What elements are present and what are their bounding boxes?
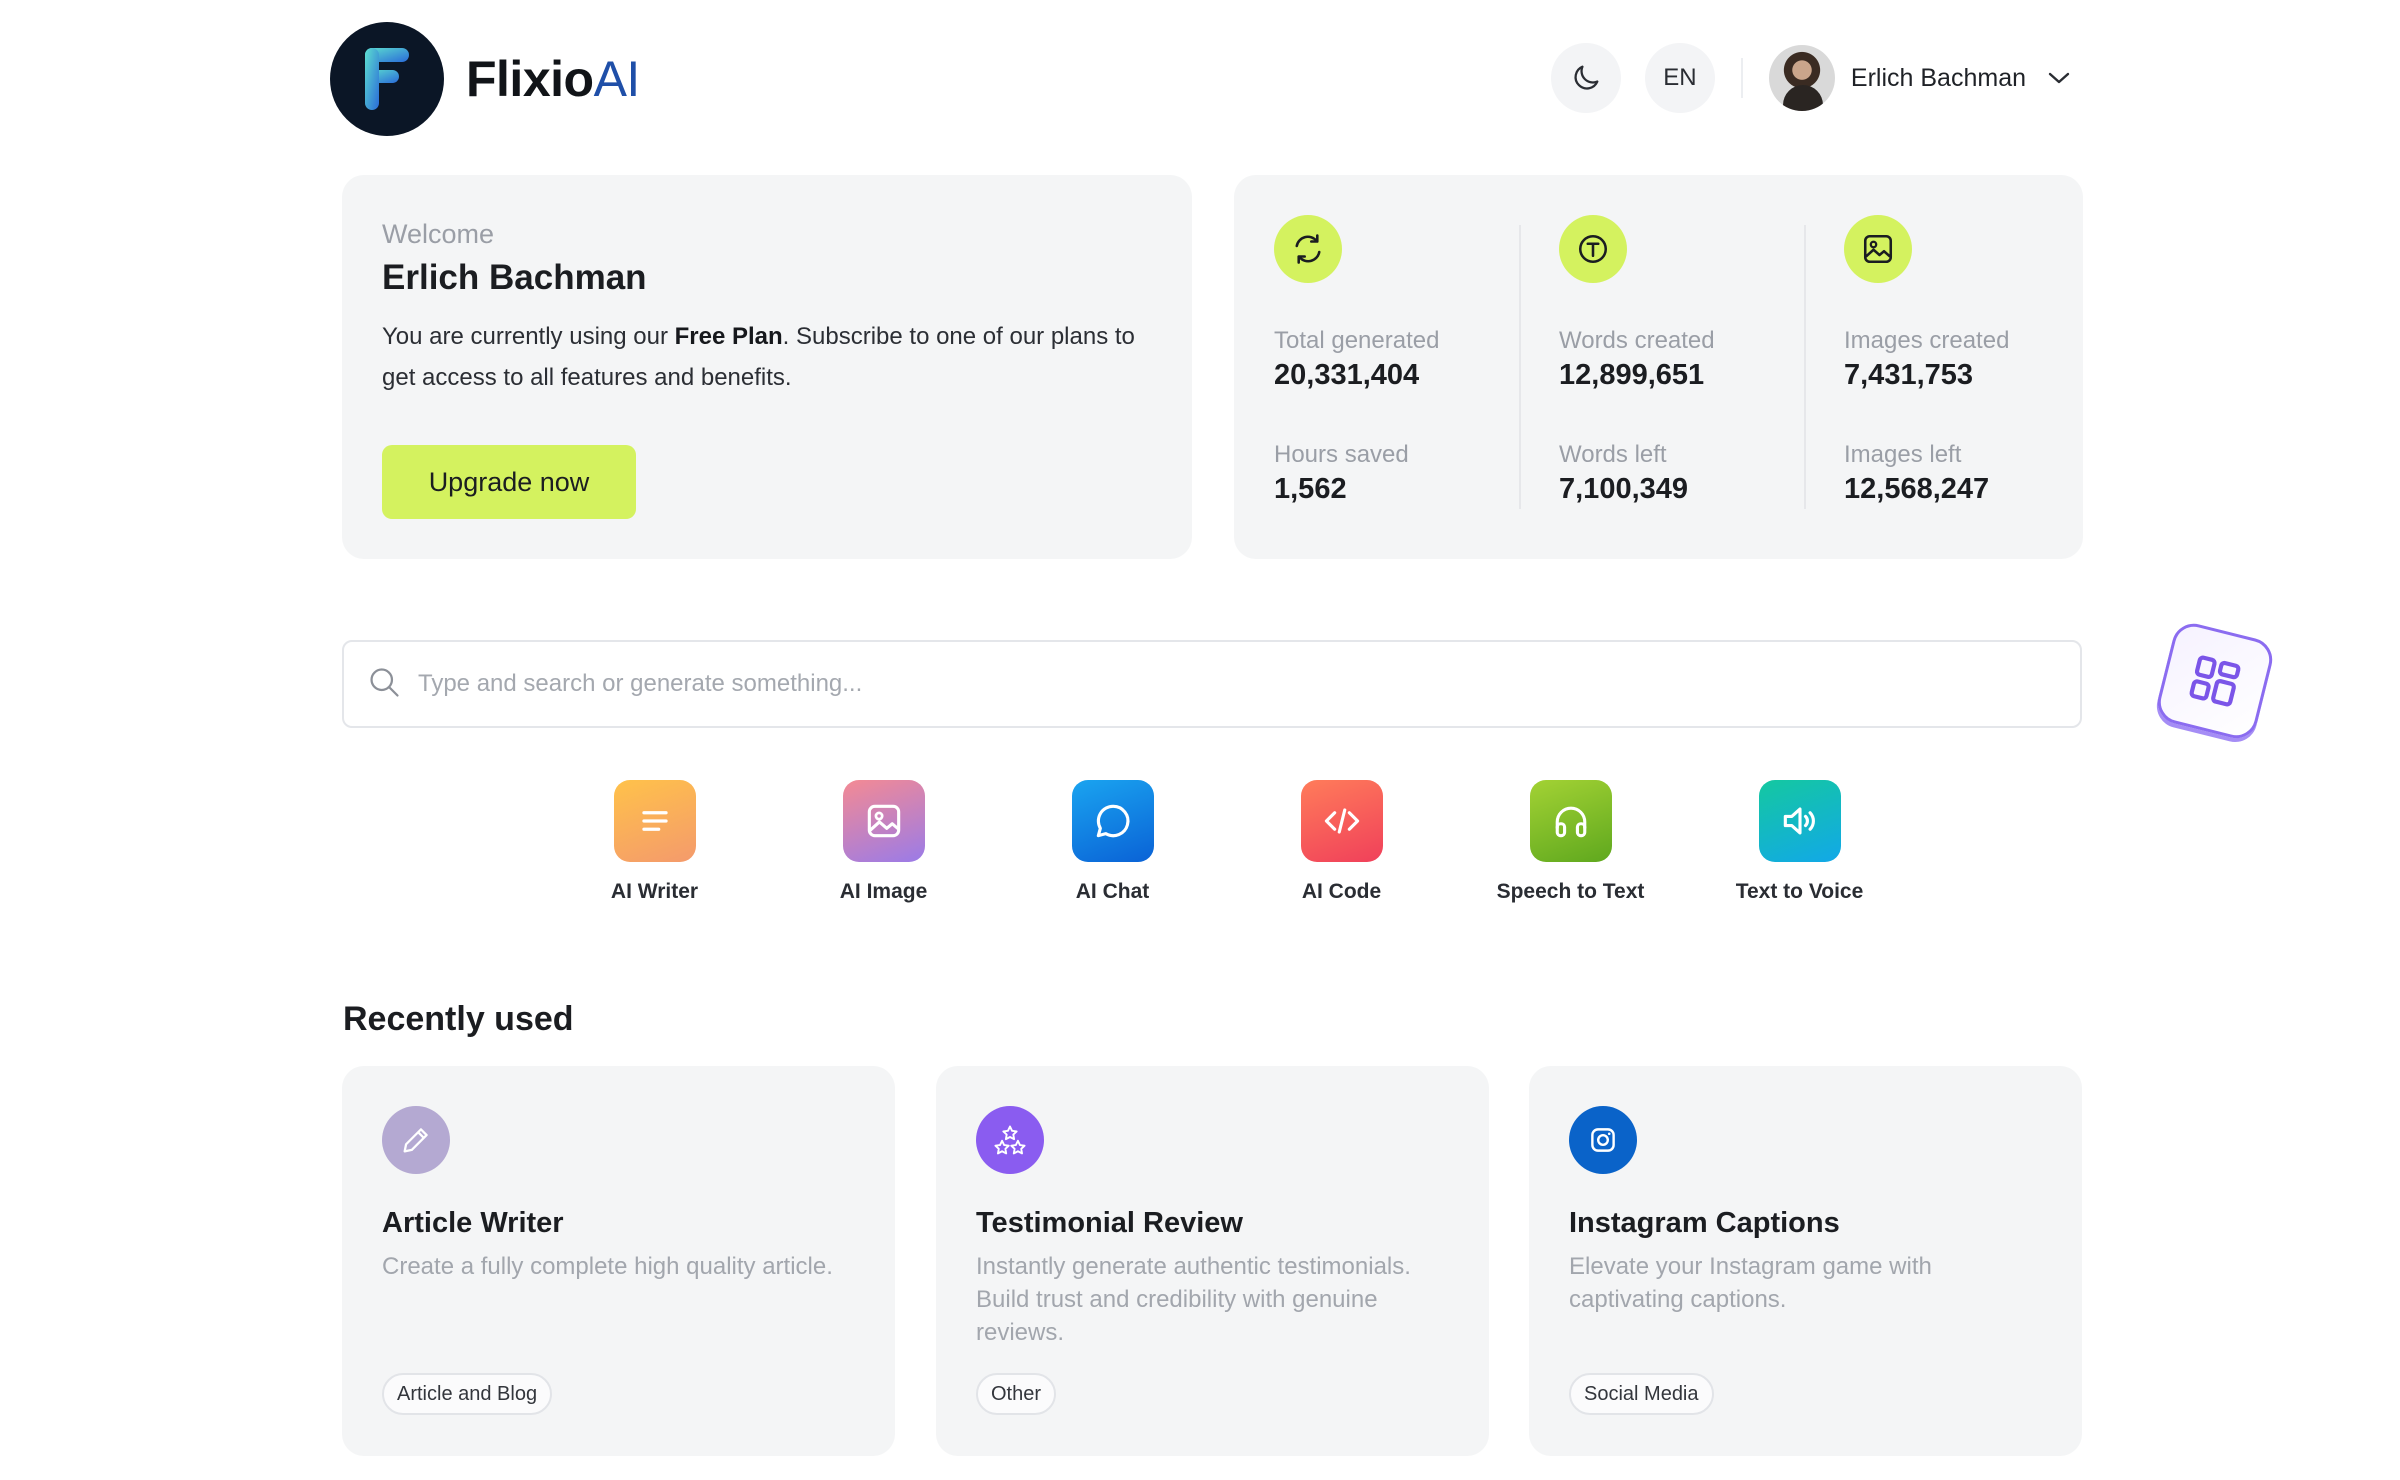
stat-column-generated: Total generated 20,331,404 Hours saved 1…: [1274, 175, 1558, 559]
category-tag[interactable]: Social Media: [1569, 1373, 1714, 1415]
logo-text: FlixioAI: [466, 51, 641, 107]
tool-speech-to-text[interactable]: Speech to Text: [1456, 780, 1685, 904]
welcome-card: Welcome Erlich Bachman You are currently…: [342, 175, 1192, 559]
stat-value: 7,100,349: [1559, 473, 1689, 505]
chevron-down-icon: [2048, 71, 2070, 85]
logo[interactable]: FlixioAI: [330, 22, 640, 136]
stat-label: Images left: [1844, 441, 1962, 468]
user-name: Erlich Bachman: [1850, 63, 2026, 92]
category-tag[interactable]: Other: [976, 1373, 1057, 1415]
welcome-greeting: Welcome: [382, 219, 495, 249]
plan-description: You are currently using our Free Plan. S…: [382, 323, 1135, 391]
recent-card-description: Create a fully complete high quality art…: [382, 1253, 833, 1280]
tool-label: AI Writer: [610, 880, 699, 903]
recent-card-description: Elevate your Instagram game with captiva…: [1569, 1253, 1932, 1313]
recent-card-description: Instantly generate authentic testimonial…: [976, 1253, 1411, 1346]
stat-value: 7,431,753: [1844, 359, 1974, 391]
stat-label: Words created: [1559, 327, 1715, 354]
stat-value: 1,562: [1274, 473, 1347, 505]
header-actions: EN Erlich Bachman: [1550, 43, 2070, 113]
logo-mark-icon: [330, 22, 444, 136]
apps-grid-widget[interactable]: [2153, 619, 2277, 743]
tool-ai-writer[interactable]: AI Writer: [540, 780, 769, 904]
upgrade-button[interactable]: Upgrade now: [382, 445, 636, 519]
stat-value: 20,331,404: [1274, 359, 1420, 391]
stat-value: 12,899,651: [1559, 359, 1705, 391]
headphones-icon: [1529, 780, 1612, 862]
stat-label: Words left: [1559, 441, 1667, 468]
recent-card-title: Testimonial Review: [976, 1207, 1243, 1239]
search-input[interactable]: [418, 670, 2018, 698]
stat-label: Total generated: [1274, 327, 1440, 354]
recent-card-article-writer[interactable]: Article Writer Create a fully complete h…: [342, 1066, 895, 1456]
image-icon: [842, 780, 925, 862]
category-tag[interactable]: Article and Blog: [382, 1373, 553, 1415]
image-icon: [1844, 215, 1912, 283]
tool-label: Speech to Text: [1496, 880, 1645, 903]
tool-label: Text to Voice: [1735, 880, 1864, 903]
avatar: [1768, 45, 1835, 111]
recent-section-title: Recently used: [343, 1000, 574, 1038]
lines-icon: [613, 780, 696, 862]
apps-grid-icon: [2189, 655, 2241, 707]
plan-name: Free Plan: [674, 323, 783, 350]
recent-card-testimonial-review[interactable]: Testimonial Review Instantly generate au…: [936, 1066, 1489, 1456]
tool-ai-chat[interactable]: AI Chat: [998, 780, 1227, 904]
search-bar: [342, 640, 2082, 728]
header: FlixioAI EN Erlich Bachman: [330, 22, 2070, 136]
tool-ai-code[interactable]: AI Code: [1227, 780, 1456, 904]
stat-label: Hours saved: [1274, 441, 1409, 468]
stat-divider: [1804, 225, 1806, 509]
recent-card-title: Instagram Captions: [1569, 1207, 1840, 1239]
stat-column-images: Images created 7,431,753 Images left 12,…: [1844, 175, 2128, 559]
stat-value: 12,568,247: [1844, 473, 1990, 505]
theme-toggle-button[interactable]: [1550, 43, 1621, 113]
stats-card: Total generated 20,331,404 Hours saved 1…: [1234, 175, 2083, 559]
refresh-icon: [1274, 215, 1342, 283]
stars-icon: [976, 1106, 1044, 1174]
pencil-icon: [382, 1106, 450, 1174]
tool-shortcuts: AI Writer AI Image AI Chat AI Code Speec…: [540, 780, 1914, 904]
instagram-icon: [1569, 1106, 1637, 1174]
search-icon: [366, 664, 402, 705]
stat-divider: [1519, 225, 1521, 509]
tool-label: AI Code: [1301, 880, 1382, 903]
stat-label: Images created: [1844, 327, 2010, 354]
tool-label: AI Chat: [1075, 880, 1150, 903]
chat-bubble-icon: [1071, 780, 1154, 862]
stat-column-words: Words created 12,899,651 Words left 7,10…: [1559, 175, 1843, 559]
logo-accent: AI: [593, 51, 641, 107]
language-button[interactable]: EN: [1644, 43, 1715, 113]
header-divider: [1740, 58, 1743, 98]
user-menu[interactable]: Erlich Bachman: [1768, 45, 2070, 111]
recent-card-title: Article Writer: [382, 1207, 564, 1239]
speaker-icon: [1758, 780, 1841, 862]
welcome-name: Erlich Bachman: [382, 258, 647, 297]
tool-ai-image[interactable]: AI Image: [769, 780, 998, 904]
code-icon: [1300, 780, 1383, 862]
recent-card-instagram-captions[interactable]: Instagram Captions Elevate your Instagra…: [1529, 1066, 2082, 1456]
text-icon: [1559, 215, 1627, 283]
tool-label: AI Image: [839, 880, 928, 903]
tool-text-to-voice[interactable]: Text to Voice: [1685, 780, 1914, 904]
moon-icon: [1574, 65, 1599, 90]
